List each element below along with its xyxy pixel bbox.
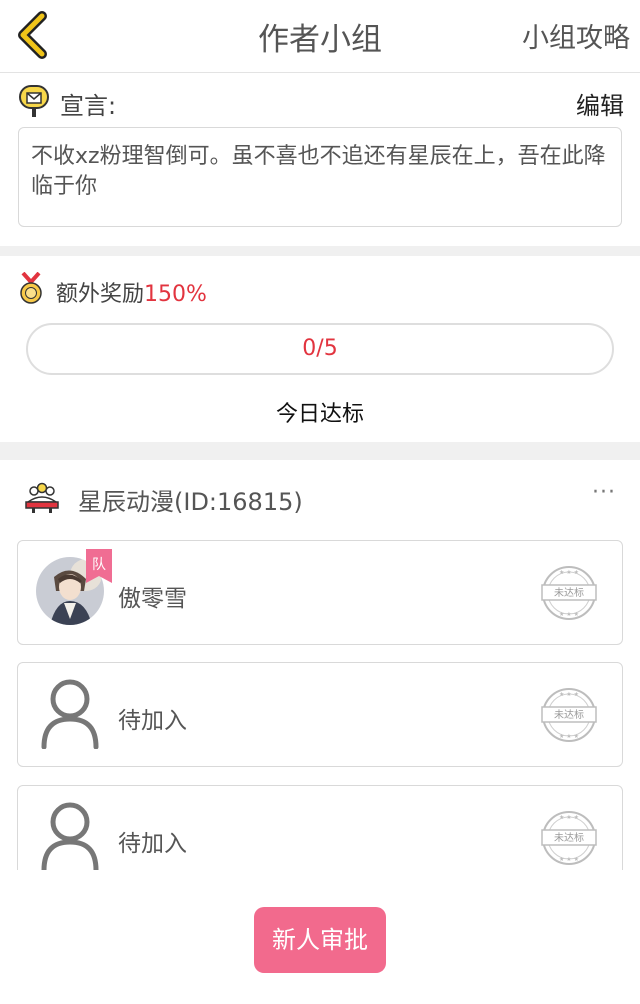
back-button[interactable] [14,10,54,60]
member-card[interactable]: 队 傲零雪 ★ ★ ★ 未达标 ★ ★ ★ [17,540,623,645]
user-placeholder-icon [41,802,99,872]
group-guide-link[interactable]: 小组攻略 [522,16,630,55]
manifesto-text[interactable]: 不收xz粉理智倒可。虽不喜也不追还有星辰在上，吾在此降临于你 [18,127,622,227]
not-qualified-stamp-icon: ★ ★ ★ 未达标 ★ ★ ★ [541,566,597,620]
manifesto-header: 宣言: 编辑 [18,84,624,120]
reward-label: 额外奖励 [56,282,145,307]
section-divider [0,246,640,256]
reward-percent: 150% [144,282,207,307]
svg-text:★ ★ ★: ★ ★ ★ [559,856,579,863]
section-divider [0,442,640,460]
svg-text:★ ★ ★: ★ ★ ★ [559,691,579,698]
more-options-button[interactable]: ··· [592,480,616,505]
captain-badge-text: 队 [92,557,106,573]
stamp-text: 未达标 [554,587,584,599]
svg-text:★ ★ ★: ★ ★ ★ [559,814,579,821]
captain-badge-icon: 队 [86,549,112,583]
manifesto-label: 宣言: [60,92,117,120]
member-name: 待加入 [118,708,187,734]
medal-icon [20,272,42,304]
not-qualified-stamp-icon: ★ ★ ★ 未达标 ★ ★ ★ [541,688,597,742]
member-card[interactable]: 待加入 ★ ★ ★ 未达标 ★ ★ ★ [17,662,623,767]
member-name: 傲零雪 [118,586,187,612]
user-placeholder-icon [41,679,99,749]
team-header: 星辰动漫(ID:16815) ··· [24,478,624,518]
mailbox-icon [19,85,49,117]
stamp-text: 未达标 [554,709,584,721]
team-icon [25,482,59,513]
new-member-approval-button[interactable]: 新人审批 [254,907,386,973]
svg-text:★ ★ ★: ★ ★ ★ [559,733,579,740]
team-name: 星辰动漫(ID:16815) [78,488,303,516]
progress-text: 0/5 [302,336,338,361]
top-bar: 作者小组 小组攻略 [0,0,640,73]
edit-button[interactable]: 编辑 [576,86,624,121]
daily-status-label: 今日达标 [275,402,364,427]
not-qualified-stamp-icon: ★ ★ ★ 未达标 ★ ★ ★ [541,811,597,865]
member-name: 待加入 [118,831,187,857]
extra-reward-row: 额外奖励150% [18,272,618,308]
back-chevron-icon [18,11,47,59]
stamp-text: 未达标 [554,832,584,844]
svg-text:★ ★ ★: ★ ★ ★ [559,569,579,576]
svg-text:★ ★ ★: ★ ★ ★ [559,611,579,618]
daily-progress-bar: 0/5 [26,323,614,375]
